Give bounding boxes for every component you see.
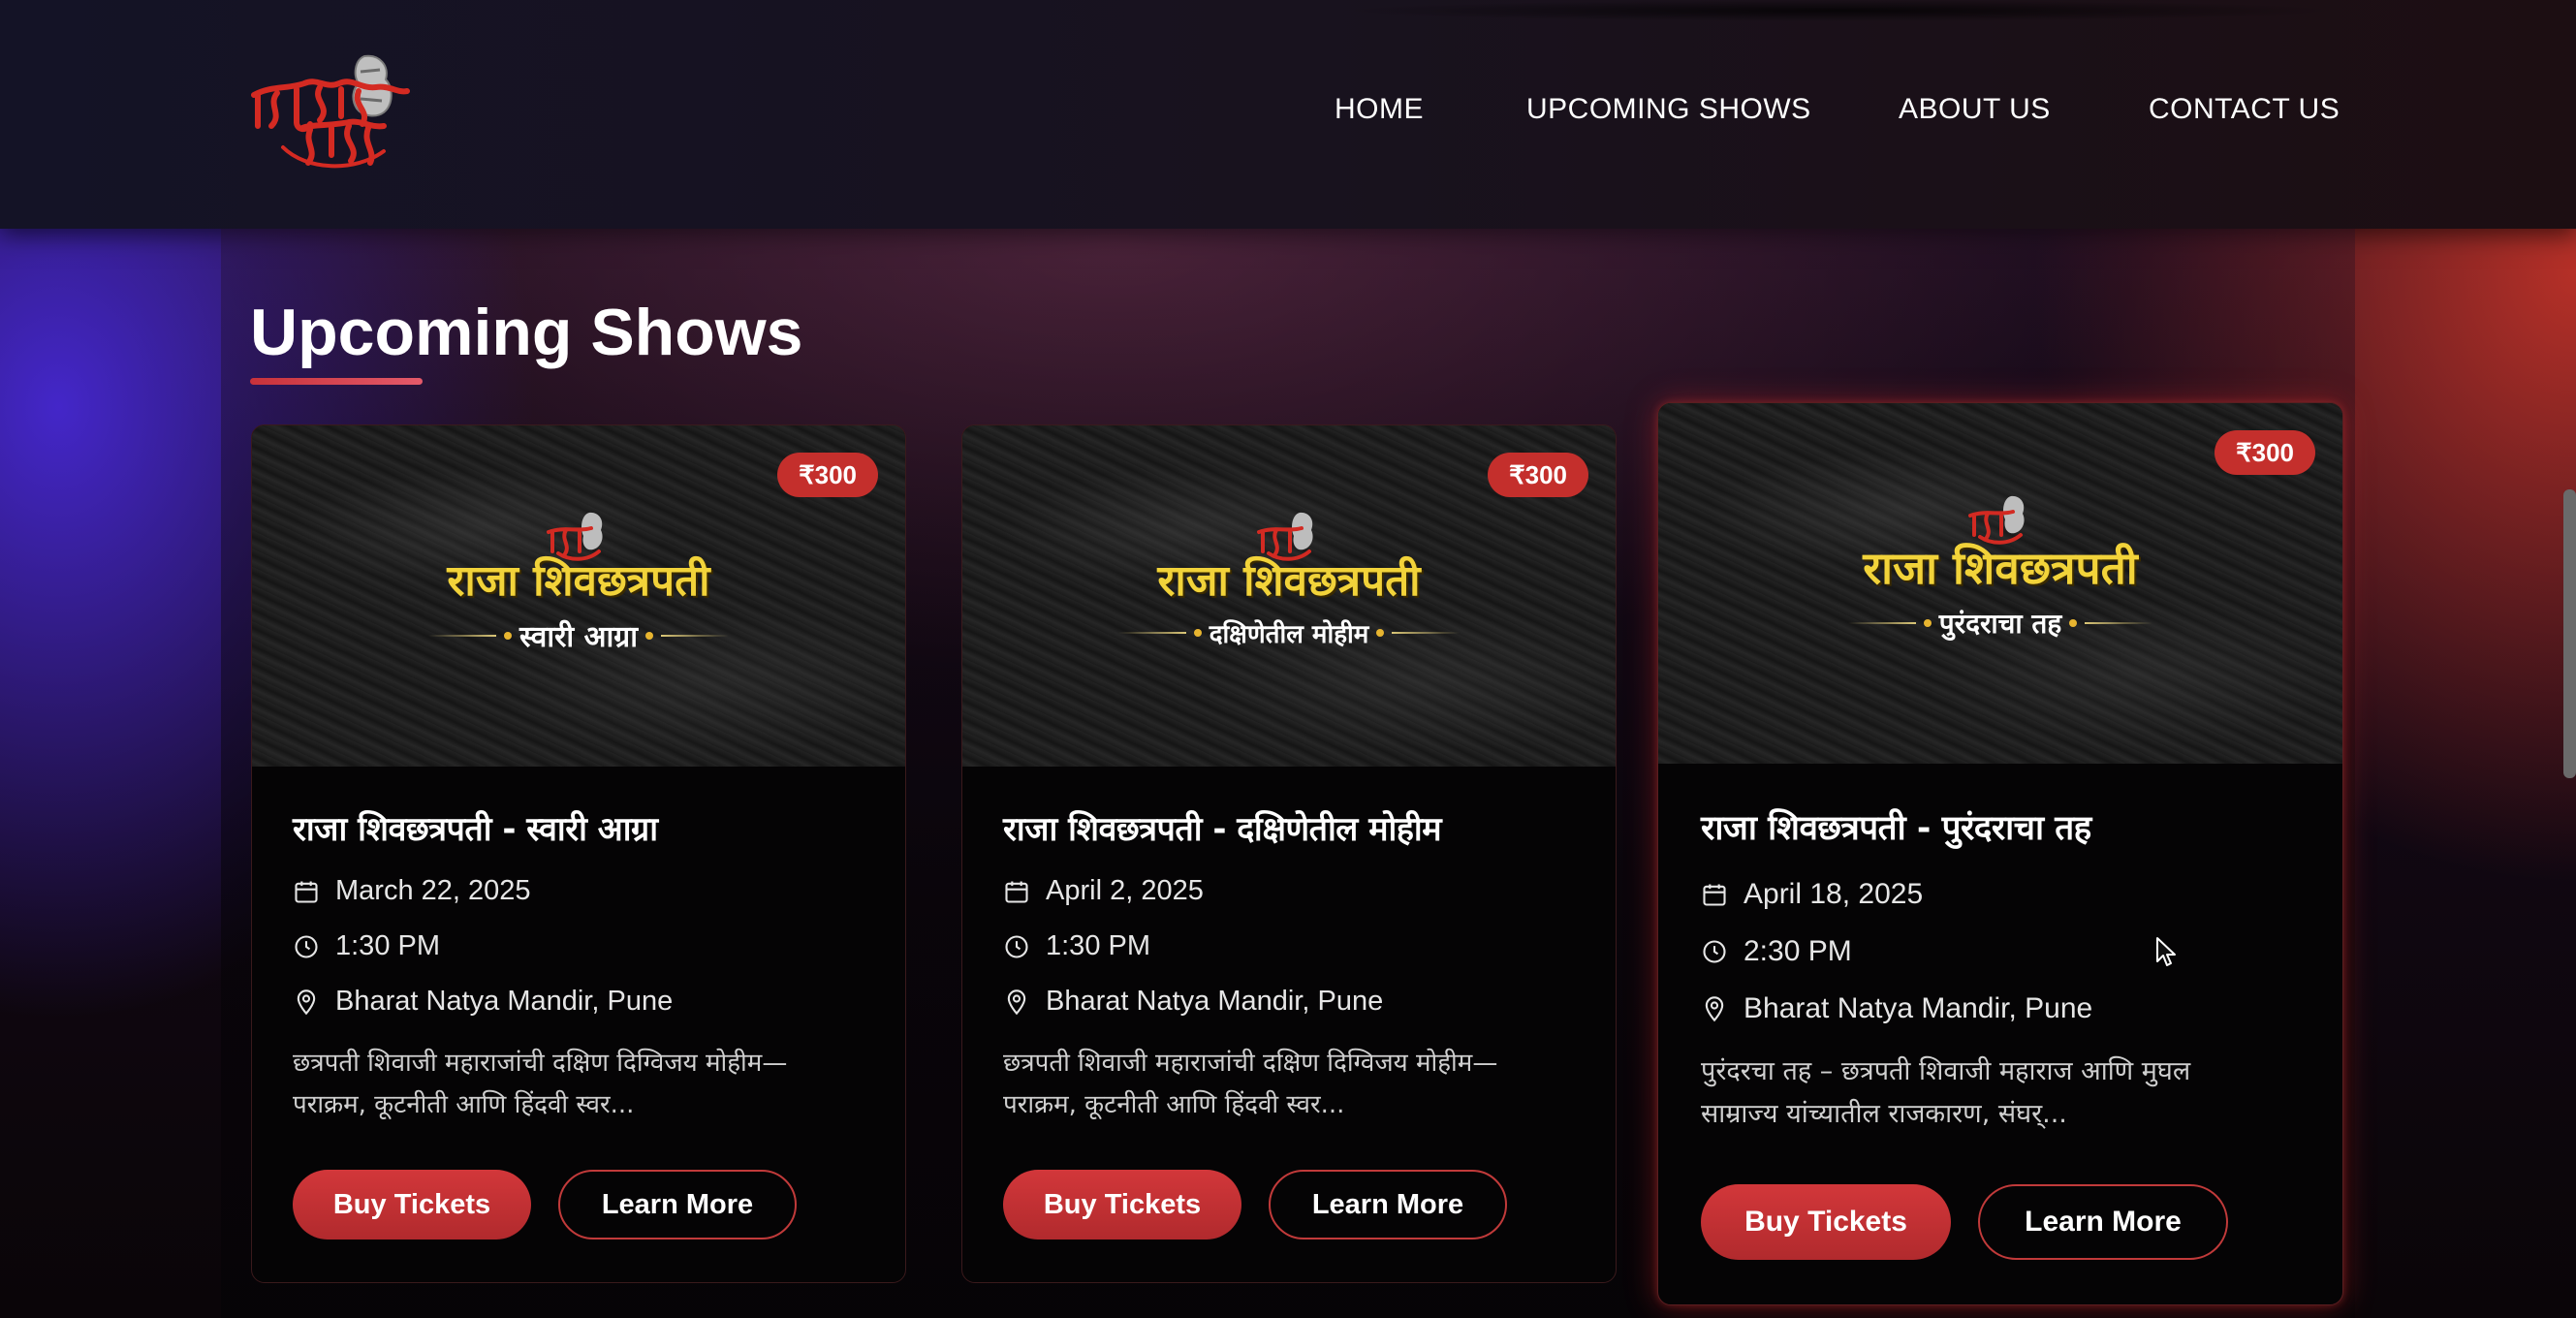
nav-about-us[interactable]: ABOUT US xyxy=(1899,93,2051,126)
show-time: 2:30 PM xyxy=(1744,934,1852,967)
show-venue: Bharat Natya Mandir, Pune xyxy=(1744,991,2093,1024)
show-date-row: April 2, 2025 xyxy=(1003,863,1586,919)
clock-icon xyxy=(1703,939,1726,963)
site-logo[interactable] xyxy=(248,50,413,172)
show-date-row: March 22, 2025 xyxy=(293,863,876,919)
title-underline xyxy=(250,378,423,385)
description-line-2: पराक्रम, कूटनीती आणि हिंदवी स्वर... xyxy=(1003,1090,1345,1119)
show-poster[interactable]: राजा शिवछत्रपती पुरंदराचा तह ₹300 xyxy=(1658,403,2342,764)
show-time-row: 1:30 PM xyxy=(1003,919,1586,974)
location-pin-icon xyxy=(1007,988,1026,1015)
learn-more-button[interactable]: Learn More xyxy=(1978,1184,2228,1260)
show-time: 1:30 PM xyxy=(1046,930,1150,961)
price-badge: ₹300 xyxy=(1488,453,1588,497)
show-card[interactable]: राजा शिवछत्रपती स्वारी आग्रा ₹300 राजा श… xyxy=(251,424,906,1283)
card-body: राजा शिवछत्रपती - स्वारी आग्रा March 22,… xyxy=(293,805,876,1126)
show-description: छत्रपती शिवाजी महाराजांची दक्षिण दिग्विज… xyxy=(293,1043,876,1126)
learn-more-button[interactable]: Learn More xyxy=(1269,1170,1507,1240)
poster-title: राजा शिवछत्रपती xyxy=(447,556,710,606)
show-title[interactable]: राजा शिवछत्रपती - स्वारी आग्रा xyxy=(293,805,876,850)
buy-tickets-button[interactable]: Buy Tickets xyxy=(1701,1184,1951,1260)
card-actions: Buy Tickets Learn More xyxy=(293,1170,797,1240)
card-actions: Buy Tickets Learn More xyxy=(1701,1184,2228,1260)
show-venue: Bharat Natya Mandir, Pune xyxy=(1046,986,1384,1017)
show-description: पुरंदरचा तह – छत्रपती शिवाजी महाराज आणि … xyxy=(1701,1051,2313,1136)
ornament-dot-left xyxy=(1193,629,1202,637)
nav-contact-us[interactable]: CONTACT US xyxy=(2149,93,2340,126)
top-navbar: HOME UPCOMING SHOWS ABOUT US CONTACT US xyxy=(0,0,2576,229)
buy-tickets-button[interactable]: Buy Tickets xyxy=(293,1170,531,1240)
description-line-2: साम्राज्य यांच्यातील राजकारण, संघर्... xyxy=(1701,1099,2067,1129)
poster-subtitle-row: स्वारी आग्रा xyxy=(252,615,905,655)
location-pin-icon xyxy=(297,988,316,1015)
description-line-1: छत्रपती शिवाजी महाराजांची दक्षिण दिग्विज… xyxy=(1003,1049,1498,1078)
poster-subtitle: दक्षिणेतील मोहीम xyxy=(1209,620,1369,649)
ornament-dot-left xyxy=(1923,619,1932,627)
description-line-2: पराक्रम, कूटनीती आणि हिंदवी स्वर... xyxy=(293,1090,635,1119)
show-date: April 2, 2025 xyxy=(1046,875,1204,906)
card-body: राजा शिवछत्रपती - दक्षिणेतील मोहीम April… xyxy=(1003,805,1586,1126)
mouse-cursor-icon xyxy=(2156,937,2176,966)
calendar-icon xyxy=(1703,884,1726,906)
show-venue-row: Bharat Natya Mandir, Pune xyxy=(1003,974,1586,1029)
nav-home[interactable]: HOME xyxy=(1335,93,1424,126)
show-card[interactable]: राजा शिवछत्रपती पुरंदराचा तह ₹300 राजा श… xyxy=(1657,402,2343,1305)
ornament-dot-left xyxy=(504,631,513,640)
price-badge: ₹300 xyxy=(777,453,878,497)
buy-tickets-button[interactable]: Buy Tickets xyxy=(1003,1170,1241,1240)
ornament-line-left xyxy=(1117,632,1186,634)
show-time: 1:30 PM xyxy=(335,930,440,961)
ornament-dot-right xyxy=(2069,619,2078,627)
show-date-row: April 18, 2025 xyxy=(1701,865,2313,923)
ornament-dot-right xyxy=(1376,629,1385,637)
show-time-row: 2:30 PM xyxy=(1701,923,2313,980)
show-card[interactable]: राजा शिवछत्रपती दक्षिणेतील मोहीम ₹300 रा… xyxy=(961,424,1617,1283)
price-badge: ₹300 xyxy=(2215,430,2315,475)
calendar-icon xyxy=(295,881,318,903)
ornament-line-right xyxy=(2085,622,2153,624)
description-line-1: पुरंदरचा तह – छत्रपती शिवाजी महाराज आणि … xyxy=(1701,1056,2191,1086)
show-time-row: 1:30 PM xyxy=(293,919,876,974)
show-venue-row: Bharat Natya Mandir, Pune xyxy=(1701,980,2313,1037)
ornament-line-left xyxy=(1847,622,1916,624)
clock-icon xyxy=(1005,934,1028,958)
section-title: Upcoming Shows xyxy=(250,296,803,369)
card-body: राजा शिवछत्रपती - पुरंदराचा तह April 18,… xyxy=(1701,804,2313,1136)
location-pin-icon xyxy=(1705,995,1724,1021)
ornament-line-left xyxy=(428,634,497,637)
poster-subtitle-row: दक्षिणेतील मोहीम xyxy=(962,615,1616,650)
poster-subtitle: पुरंदराचा तह xyxy=(1938,608,2062,640)
show-date: April 18, 2025 xyxy=(1744,877,1924,910)
page-scrollbar-thumb[interactable] xyxy=(2563,489,2576,778)
learn-more-button[interactable]: Learn More xyxy=(558,1170,797,1240)
poster-title: राजा शिवछत्रपती xyxy=(1863,542,2138,594)
description-line-1: छत्रपती शिवाजी महाराजांची दक्षिण दिग्विज… xyxy=(293,1049,788,1078)
show-description: छत्रपती शिवाजी महाराजांची दक्षिण दिग्विज… xyxy=(1003,1043,1586,1126)
show-poster[interactable]: राजा शिवछत्रपती स्वारी आग्रा ₹300 xyxy=(252,425,905,767)
ornament-dot-right xyxy=(644,631,653,640)
show-title[interactable]: राजा शिवछत्रपती - पुरंदराचा तह xyxy=(1701,804,2313,850)
card-actions: Buy Tickets Learn More xyxy=(1003,1170,1507,1240)
clock-icon xyxy=(295,934,318,958)
show-venue-row: Bharat Natya Mandir, Pune xyxy=(293,974,876,1029)
nav-upcoming-shows[interactable]: UPCOMING SHOWS xyxy=(1526,93,1811,126)
show-date: March 22, 2025 xyxy=(335,875,531,906)
ornament-line-right xyxy=(660,634,729,637)
show-title[interactable]: राजा शिवछत्रपती - दक्षिणेतील मोहीम xyxy=(1003,805,1586,850)
calendar-icon xyxy=(1005,881,1028,903)
logo-emblem xyxy=(251,54,410,169)
ornament-line-right xyxy=(1392,632,1461,634)
poster-subtitle: स्वारी आग्रा xyxy=(519,620,638,654)
show-venue: Bharat Natya Mandir, Pune xyxy=(335,986,674,1017)
show-poster[interactable]: राजा शिवछत्रपती दक्षिणेतील मोहीम ₹300 xyxy=(962,425,1616,767)
poster-title: राजा शिवछत्रपती xyxy=(1157,556,1421,606)
poster-subtitle-row: पुरंदराचा तह xyxy=(1658,605,2342,642)
